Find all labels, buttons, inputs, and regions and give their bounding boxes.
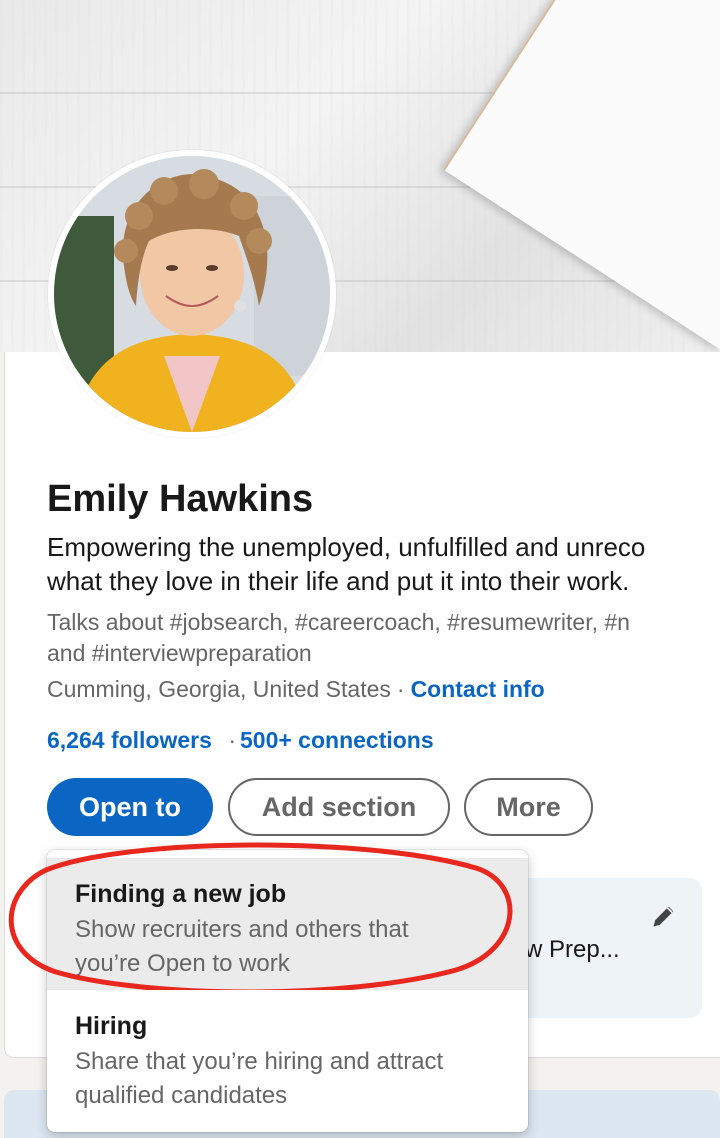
dropdown-item-description: Show recruiters and others that you’re O… — [75, 916, 409, 977]
open-to-work-card-text: w Prep... — [525, 936, 620, 963]
dropdown-item-finding-new-job[interactable]: Finding a new job Show recruiters and ot… — [47, 858, 528, 990]
open-to-button[interactable]: Open to — [47, 778, 213, 836]
talks-about: Talks about #jobsearch, #careercoach, #r… — [47, 607, 720, 669]
dropdown-item-description: Share that you’re hiring and attract qua… — [75, 1048, 444, 1109]
open-to-dropdown: Finding a new job Show recruiters and ot… — [47, 850, 528, 1132]
dropdown-item-title: Hiring — [75, 1012, 148, 1040]
location-separator: · — [396, 676, 405, 702]
location-row: Cumming, Georgia, United States · Contact … — [47, 676, 545, 703]
pencil-icon[interactable] — [650, 902, 678, 930]
dropdown-item-title: Finding a new job — [75, 880, 287, 908]
connections-link[interactable]: 500+ connections — [240, 727, 434, 753]
profile-headline: Empowering the unemployed, unfulfilled a… — [47, 530, 720, 598]
talks-line-1: Talks about #jobsearch, #careercoach, #r… — [47, 609, 630, 635]
more-button[interactable]: More — [464, 778, 593, 836]
talks-line-2: and #interviewpreparation — [47, 640, 312, 666]
add-section-button[interactable]: Add section — [228, 778, 450, 836]
profile-name: Emily Hawkins — [47, 478, 314, 520]
contact-info-link[interactable]: Contact info — [411, 676, 545, 702]
headline-line-2: what they love in their life and put it … — [47, 566, 630, 596]
avatar[interactable] — [48, 150, 336, 438]
network-stats: 6,264 followers · 500+ connections — [47, 727, 434, 754]
followers-link[interactable]: 6,264 followers — [47, 727, 212, 753]
stats-separator: · — [228, 727, 236, 753]
location-text: Cumming, Georgia, United States — [47, 676, 391, 702]
avatar-photo — [54, 156, 330, 432]
headline-line-1: Empowering the unemployed, unfulfilled a… — [47, 532, 646, 562]
dropdown-item-hiring[interactable]: Hiring Share that you’re hiring and attr… — [47, 998, 528, 1130]
